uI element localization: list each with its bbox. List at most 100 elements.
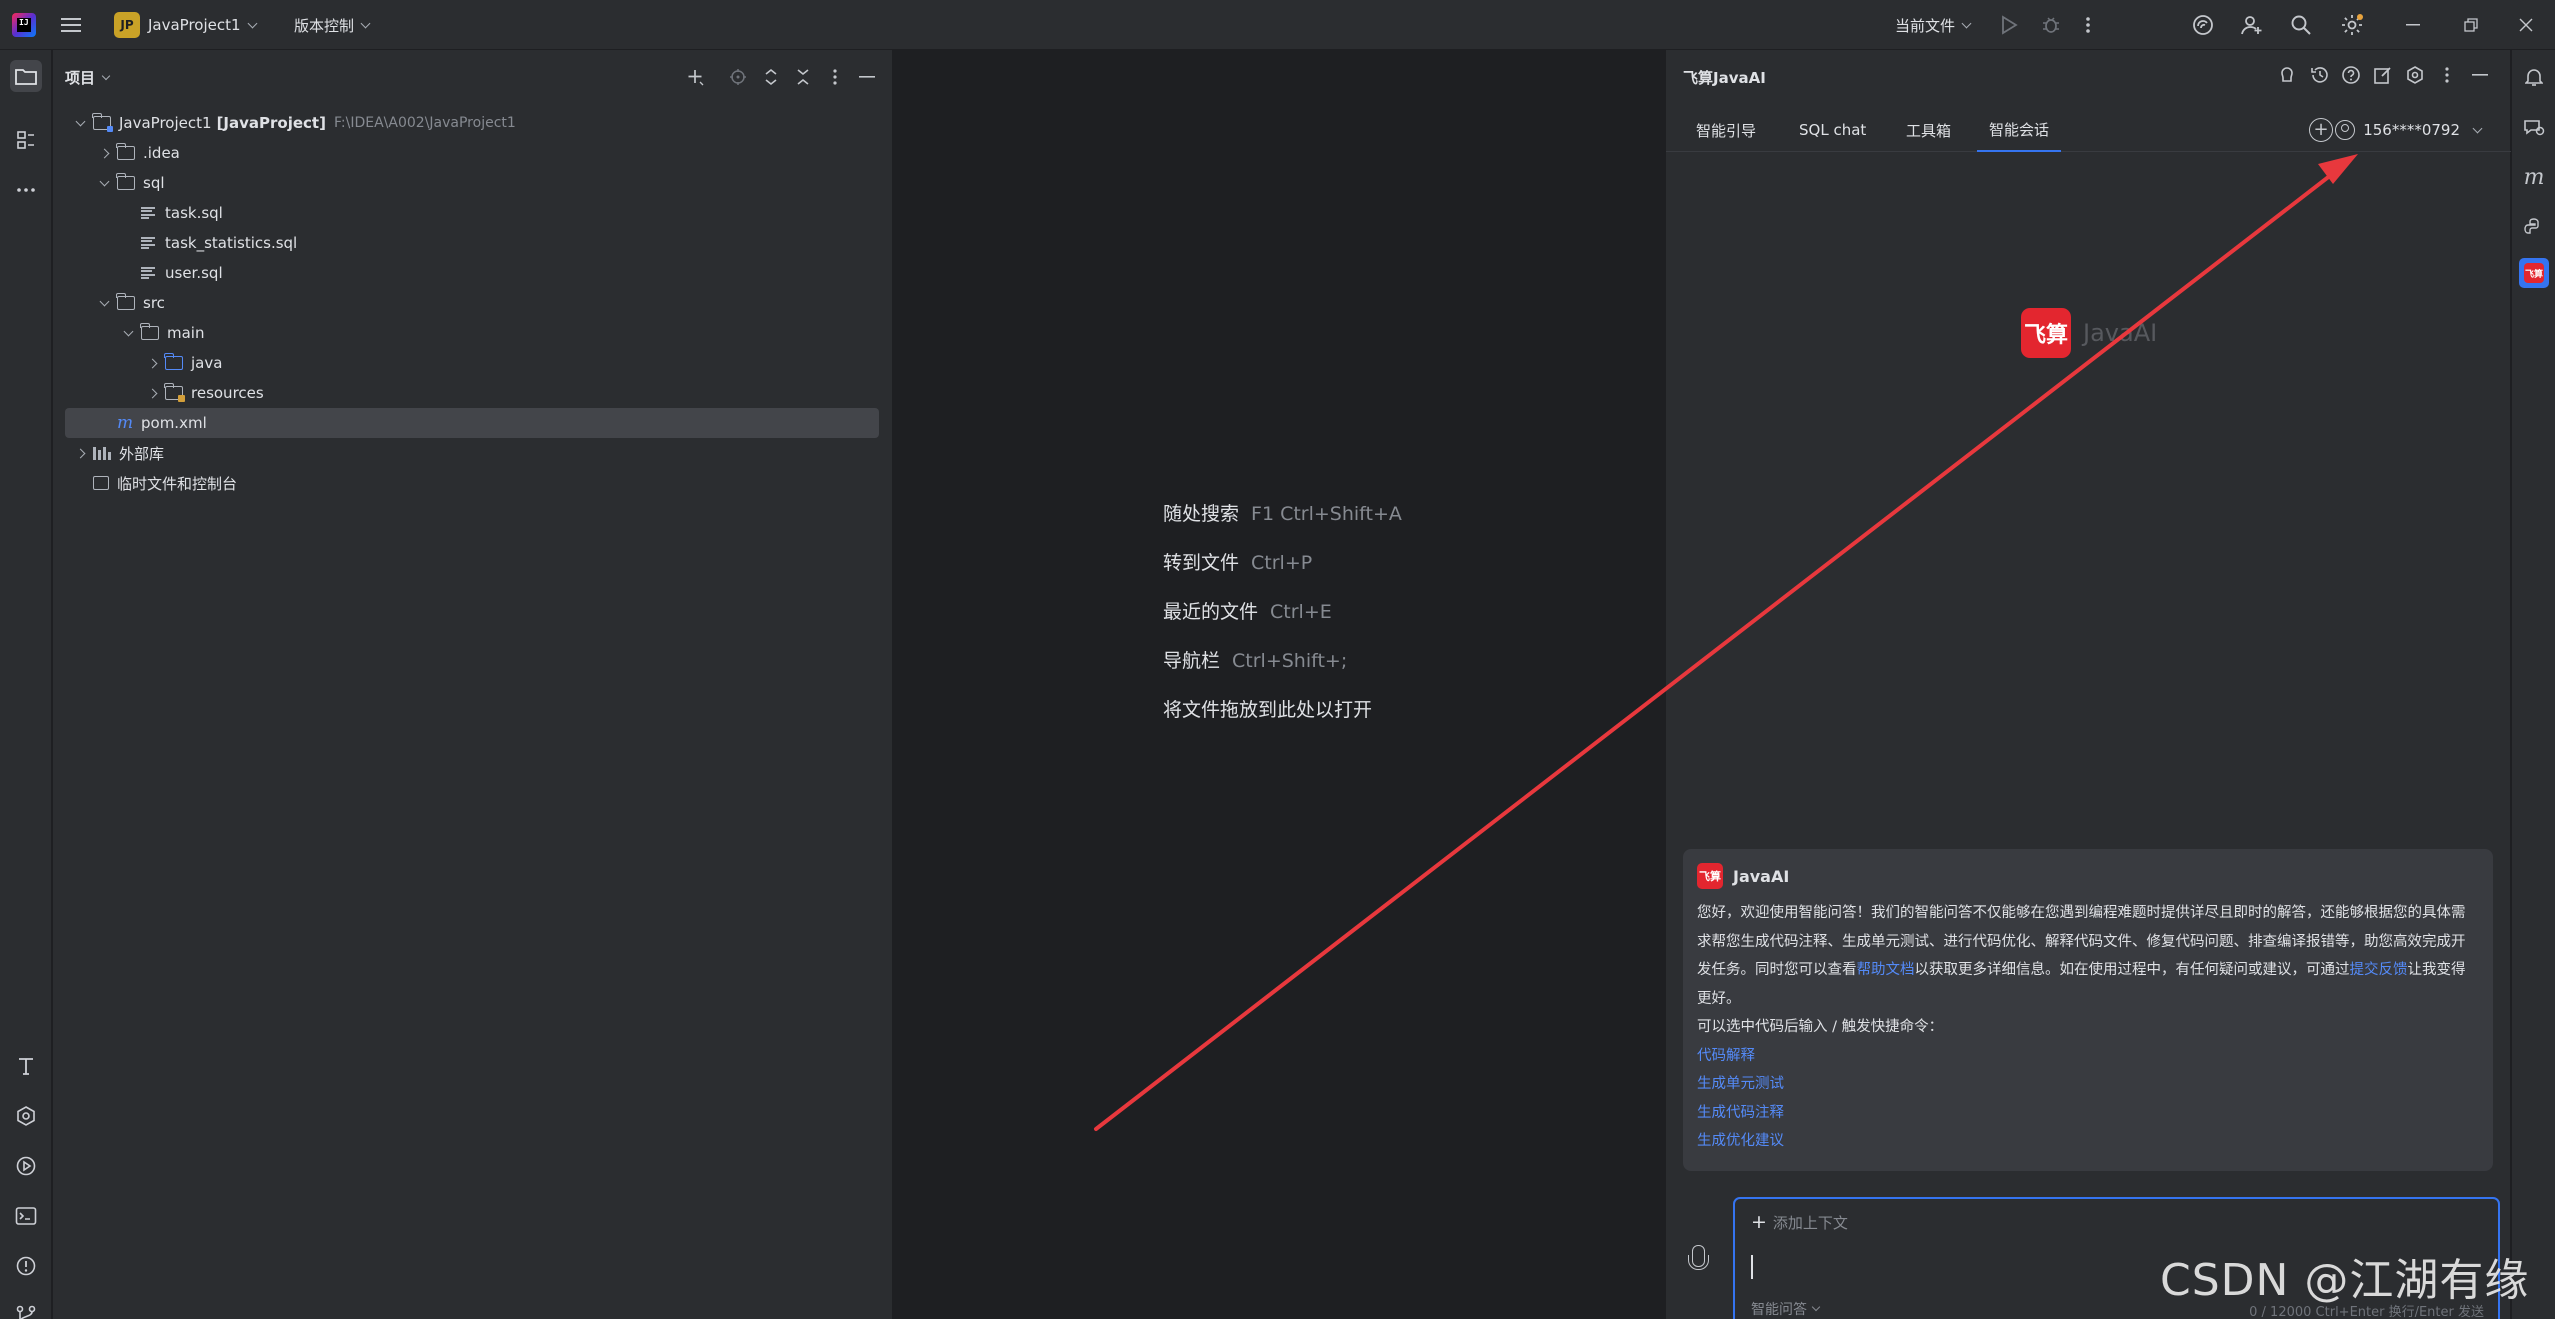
python-console-icon[interactable] bbox=[2519, 212, 2549, 242]
tab-smart-guide[interactable]: 智能引导 bbox=[1696, 108, 1756, 152]
tree-item-main[interactable]: main bbox=[65, 318, 879, 348]
git-icon[interactable] bbox=[10, 1298, 42, 1319]
tab-toolbox[interactable]: 工具箱 bbox=[1906, 108, 1951, 152]
tree-item-sql[interactable]: sql bbox=[65, 168, 879, 198]
new-chat-plus-icon[interactable]: + bbox=[2309, 118, 2333, 142]
new-file-plus-icon[interactable] bbox=[682, 64, 708, 90]
maven-icon: m bbox=[117, 413, 134, 433]
project-tool-folder-icon[interactable] bbox=[10, 60, 42, 92]
terminal-icon[interactable] bbox=[10, 1200, 42, 1232]
problems-icon[interactable] bbox=[10, 1250, 42, 1282]
main-menu-icon[interactable] bbox=[60, 0, 82, 50]
run-icon[interactable] bbox=[2000, 0, 2018, 50]
edit-icon[interactable] bbox=[2371, 63, 2395, 87]
tree-item-task-statistics-sql[interactable]: task_statistics.sql bbox=[65, 228, 879, 258]
folder-icon bbox=[116, 293, 135, 310]
tab-sql-chat[interactable]: SQL chat bbox=[1799, 108, 1866, 152]
project-switcher[interactable]: JP JavaProject1 bbox=[114, 0, 258, 50]
feedback-link[interactable]: 提交反馈 bbox=[2350, 962, 2408, 978]
hint-label: 将文件拖放到此处以打开 bbox=[1163, 699, 1373, 721]
chevron-down-icon[interactable] bbox=[97, 176, 111, 190]
chevron-right-icon[interactable] bbox=[73, 446, 87, 460]
command-generate-unit-test[interactable]: 生成单元测试 bbox=[1697, 1070, 2479, 1099]
ai-chat-icon[interactable] bbox=[2519, 112, 2549, 142]
structure-icon[interactable] bbox=[10, 124, 42, 156]
chevron-right-icon[interactable] bbox=[145, 386, 159, 400]
collapse-all-icon[interactable] bbox=[790, 64, 816, 90]
minimize-window-icon[interactable] bbox=[2384, 0, 2442, 50]
tree-item-src[interactable]: src bbox=[65, 288, 879, 318]
text-file-icon bbox=[141, 236, 155, 250]
history-icon[interactable] bbox=[2308, 63, 2332, 87]
more-tools-icon[interactable] bbox=[10, 174, 42, 206]
debug-icon[interactable] bbox=[2041, 0, 2061, 50]
tree-item-idea[interactable]: .idea bbox=[65, 138, 879, 168]
select-opened-file-icon[interactable] bbox=[725, 64, 751, 90]
tree-item-scratches[interactable]: 临时文件和控制台 bbox=[65, 468, 879, 498]
command-explain-code[interactable]: 代码解释 bbox=[1697, 1042, 2479, 1071]
restore-window-icon[interactable] bbox=[2442, 0, 2500, 50]
vcs-menu[interactable]: 版本控制 bbox=[294, 0, 371, 50]
plus-icon: + bbox=[1751, 1211, 1767, 1233]
microphone-icon[interactable] bbox=[1684, 1243, 1712, 1279]
hint-label: 导航栏 bbox=[1163, 650, 1221, 672]
notifications-bell-icon[interactable] bbox=[2519, 62, 2549, 92]
services-icon[interactable] bbox=[10, 1100, 42, 1132]
hide-panel-icon[interactable] bbox=[854, 64, 880, 90]
run-tool-icon[interactable] bbox=[10, 1150, 42, 1182]
tree-item-pom-xml[interactable]: m pom.xml bbox=[65, 408, 879, 438]
folder-icon bbox=[116, 143, 135, 160]
expand-all-icon[interactable] bbox=[758, 64, 784, 90]
command-optimization-suggestions[interactable]: 生成优化建议 bbox=[1697, 1127, 2479, 1156]
tree-item-resources[interactable]: resources bbox=[65, 378, 879, 408]
run-config-selector[interactable]: 当前文件 bbox=[1895, 0, 1972, 50]
intellij-logo-icon[interactable]: IJ bbox=[12, 13, 36, 37]
folder-icon bbox=[140, 323, 159, 340]
message-header: 飞算 JavaAI bbox=[1697, 861, 2479, 891]
title-bar: IJ JP JavaProject1 版本控制 当前文件 bbox=[0, 0, 2555, 50]
hint-shortcut: F1 Ctrl+Shift+A bbox=[1251, 503, 1402, 525]
chevron-down-icon[interactable] bbox=[73, 116, 87, 130]
project-panel-header: 项目 bbox=[53, 50, 893, 104]
options-kebab-icon[interactable] bbox=[822, 64, 848, 90]
settings-gear-icon[interactable] bbox=[2340, 0, 2364, 50]
ai-settings-icon[interactable] bbox=[2403, 63, 2427, 87]
project-view-selector[interactable]: 项目 bbox=[65, 67, 111, 88]
tab-smart-chat[interactable]: 智能会话 bbox=[1977, 108, 2062, 152]
folder-icon bbox=[116, 173, 135, 190]
tree-item-label: task.sql bbox=[165, 204, 223, 222]
text-tool-icon[interactable] bbox=[10, 1050, 42, 1082]
right-tool-strip: m 飞算 bbox=[2511, 50, 2555, 1319]
help-doc-link[interactable]: 帮助文档 bbox=[1857, 962, 1915, 978]
tree-item-user-sql[interactable]: user.sql bbox=[65, 258, 879, 288]
feisuan-tool-icon[interactable]: 飞算 bbox=[2519, 258, 2549, 288]
search-icon[interactable] bbox=[2290, 0, 2312, 50]
help-icon[interactable] bbox=[2339, 63, 2363, 87]
tree-item-label: src bbox=[143, 294, 165, 312]
close-window-icon[interactable] bbox=[2497, 0, 2555, 50]
chat-mode-selector[interactable]: 智能问答 bbox=[1751, 1299, 1821, 1319]
add-user-icon[interactable] bbox=[2240, 0, 2264, 50]
command-generate-comments[interactable]: 生成代码注释 bbox=[1697, 1099, 2479, 1128]
tree-item-task-sql[interactable]: task.sql bbox=[65, 198, 879, 228]
feisuan-badge: 飞算 bbox=[2524, 263, 2544, 283]
maven-tool-icon[interactable]: m bbox=[2519, 162, 2549, 192]
add-context-button[interactable]: + 添加上下文 bbox=[1751, 1211, 1848, 1233]
chevron-down-icon[interactable] bbox=[121, 326, 135, 340]
ai-hide-panel-icon[interactable] bbox=[2468, 63, 2492, 87]
ai-options-kebab-icon[interactable] bbox=[2435, 63, 2459, 87]
tree-item-project-root[interactable]: JavaProject1 [JavaProject] F:\IDEA\A002\… bbox=[65, 108, 879, 138]
hint-label: 最近的文件 bbox=[1163, 601, 1259, 623]
chevron-right-icon[interactable] bbox=[145, 356, 159, 370]
ai-brain-icon[interactable] bbox=[2275, 63, 2299, 87]
more-actions-icon[interactable] bbox=[2085, 0, 2091, 50]
user-account-menu[interactable]: 156****0792 bbox=[2335, 118, 2483, 142]
chevron-right-icon[interactable] bbox=[97, 146, 111, 160]
ai-assistant-icon[interactable] bbox=[2191, 0, 2215, 50]
chevron-down-icon[interactable] bbox=[97, 296, 111, 310]
hint-shortcut: Ctrl+Shift+; bbox=[1232, 650, 1348, 672]
module-tag: [JavaProject] bbox=[216, 114, 326, 132]
chevron-down-icon bbox=[247, 18, 258, 28]
tree-item-external-libraries[interactable]: 外部库 bbox=[65, 438, 879, 468]
tree-item-java[interactable]: java bbox=[65, 348, 879, 378]
